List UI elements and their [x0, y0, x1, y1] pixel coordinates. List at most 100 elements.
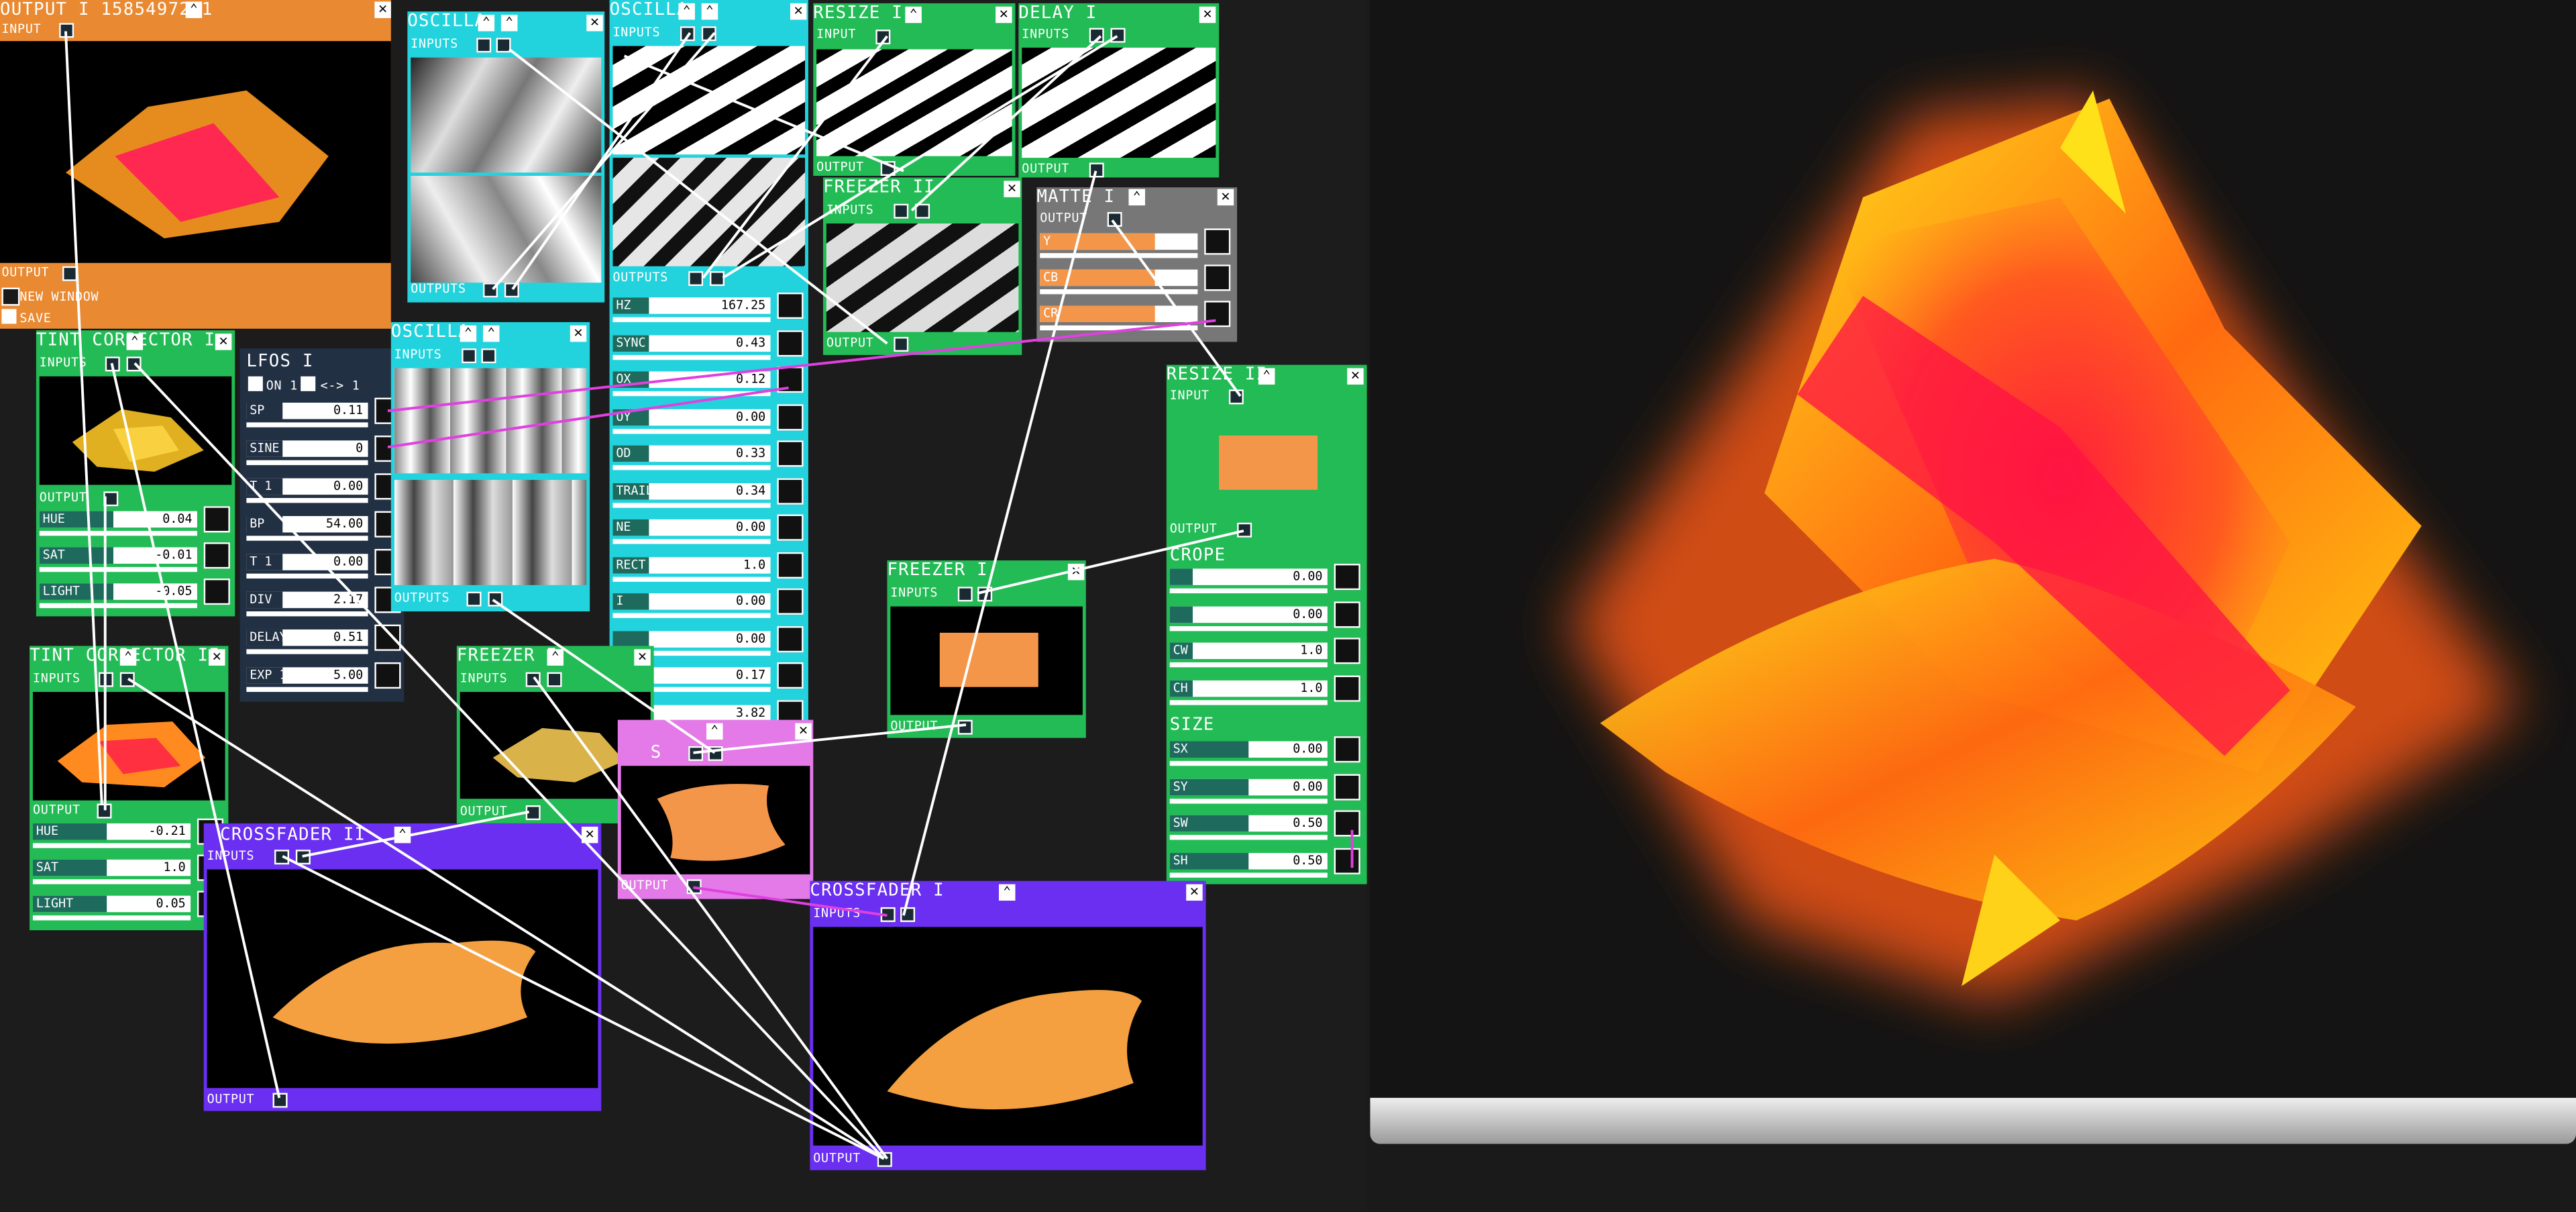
pin-icon[interactable]: ⌃: [185, 1, 203, 18]
pin-icon[interactable]: ⌃: [394, 826, 411, 844]
save-checkbox[interactable]: [1, 309, 17, 324]
pin-icon[interactable]: ⌃: [998, 884, 1016, 901]
output-port[interactable]: [504, 283, 519, 298]
pin-icon[interactable]: ⌃: [119, 649, 137, 666]
param-slider[interactable]: T 1 0.00: [246, 554, 368, 570]
node-oscillator-i[interactable]: OSCILLA ⌃ ⌃ ✕ INPUTS OUTPUTS: [407, 11, 605, 303]
param-modulation-button[interactable]: [1334, 674, 1360, 701]
close-icon[interactable]: ✕: [1217, 189, 1234, 206]
node-resize-ii[interactable]: RESIZE II ⌃ ✕ INPUT OUTPUT CROPE SIZE 0.…: [1166, 364, 1367, 885]
pin-icon[interactable]: ⌃: [500, 15, 518, 32]
param-slider[interactable]: T 1 0.00: [246, 478, 368, 495]
input-port[interactable]: [880, 907, 896, 922]
output-port[interactable]: [103, 491, 119, 507]
close-icon[interactable]: ✕: [581, 826, 598, 844]
close-icon[interactable]: ✕: [634, 649, 651, 666]
param-modulation-button[interactable]: [374, 624, 401, 651]
pin-icon[interactable]: ⌃: [905, 6, 922, 23]
param-modulation-button[interactable]: [777, 440, 804, 467]
node-crossfader-ii[interactable]: CROSSFADER II ⌃ ✕ INPUTS OUTPUT: [203, 823, 602, 1111]
output-port[interactable]: [709, 271, 725, 287]
close-icon[interactable]: ✕: [374, 1, 391, 18]
input-port[interactable]: [957, 587, 973, 602]
output-port[interactable]: [688, 271, 704, 287]
close-icon[interactable]: ✕: [795, 723, 812, 740]
param-slider[interactable]: HUE 0.04: [39, 511, 197, 528]
input-port[interactable]: [496, 38, 511, 53]
close-icon[interactable]: ✕: [209, 649, 225, 666]
swap-checkbox[interactable]: [301, 376, 316, 391]
output-port[interactable]: [97, 803, 112, 819]
param-modulation-button[interactable]: [777, 330, 804, 356]
node-matte-i[interactable]: MATTE I ⌃ ✕ OUTPUT Y 0.76 CB 0.27 CR 0.04: [1036, 187, 1238, 342]
input-port[interactable]: [977, 587, 993, 602]
output-port[interactable]: [894, 337, 909, 352]
input-port[interactable]: [274, 850, 290, 865]
param-modulation-button[interactable]: [777, 477, 804, 504]
input-port[interactable]: [462, 348, 477, 364]
param-slider[interactable]: SAT 1.0: [32, 859, 191, 876]
node-tint-corrector-i[interactable]: TINT CORRECTOR I ⌃ ✕ INPUTS OUTPUT HUE 0.…: [36, 330, 235, 617]
pin-icon[interactable]: ⌃: [126, 334, 144, 350]
param-modulation-button[interactable]: [203, 506, 230, 533]
node-tint-corrector-ii[interactable]: TINT CORRECTOR II ⌃ ✕ INPUTS OUTPUT HUE-…: [30, 646, 229, 931]
node-output-i[interactable]: OUTPUT I 1585497211 ⌃ ✕ INPUT OUTPUT NEW…: [0, 0, 391, 329]
node-lfos-i[interactable]: LFOS I ON 1 <-> 1 SP 0.11 SINE 1 0 T 1 0.00 BP…: [239, 348, 405, 702]
param-slider[interactable]: SX 0.00: [1169, 741, 1328, 758]
input-port[interactable]: [105, 356, 120, 372]
input-port[interactable]: [915, 203, 930, 219]
param-modulation-button[interactable]: [203, 542, 230, 569]
pin-icon[interactable]: ⌃: [701, 3, 718, 20]
param-modulation-button[interactable]: [1334, 736, 1360, 763]
input-port[interactable]: [1089, 28, 1104, 43]
param-modulation-button[interactable]: [1334, 847, 1360, 874]
output-port[interactable]: [686, 879, 702, 895]
output-port[interactable]: [1107, 211, 1122, 227]
close-icon[interactable]: ✕: [570, 325, 587, 342]
new-window-checkbox[interactable]: [1, 287, 20, 306]
close-icon[interactable]: ✕: [1199, 6, 1216, 23]
param-modulation-button[interactable]: [777, 662, 804, 689]
param-slider[interactable]: CB 0.27: [1040, 269, 1198, 287]
param-slider[interactable]: SW 0.50: [1169, 815, 1328, 832]
close-icon[interactable]: ✕: [790, 3, 807, 20]
close-icon[interactable]: ✕: [1186, 884, 1203, 901]
param-slider[interactable]: HZ 167.25: [612, 297, 771, 314]
input-port[interactable]: [481, 348, 496, 364]
node-freezer-iii[interactable]: FREEZER I ✕ INPUTS OUTPUT: [887, 560, 1086, 738]
param-slider[interactable]: NE 0.00: [612, 519, 771, 536]
param-modulation-button[interactable]: [1334, 564, 1360, 591]
param-slider[interactable]: OX 0.12: [612, 371, 771, 388]
param-modulation-button[interactable]: [374, 662, 401, 689]
param-slider[interactable]: OY 0.00: [612, 408, 771, 425]
param-slider[interactable]: 0.00: [1169, 568, 1328, 585]
param-modulation-button[interactable]: [777, 588, 804, 615]
output-port[interactable]: [877, 1152, 892, 1167]
input-port[interactable]: [875, 30, 891, 45]
pin-icon[interactable]: ⌃: [460, 325, 477, 342]
param-modulation-button[interactable]: [777, 551, 804, 578]
param-slider[interactable]: SP 0.11: [246, 403, 368, 419]
output-port[interactable]: [483, 283, 498, 298]
output-port[interactable]: [466, 591, 482, 607]
input-port[interactable]: [295, 850, 311, 865]
param-modulation-button[interactable]: [1334, 810, 1360, 837]
param-modulation-button[interactable]: [777, 625, 804, 652]
param-modulation-button[interactable]: [1204, 228, 1231, 255]
output-port[interactable]: [525, 805, 541, 821]
pin-icon[interactable]: ⌃: [478, 15, 495, 32]
input-port[interactable]: [476, 38, 492, 53]
param-modulation-button[interactable]: [1334, 773, 1360, 800]
input-port[interactable]: [126, 356, 142, 372]
param-slider[interactable]: DIV 2.17: [246, 591, 368, 609]
node-oscillator-iv[interactable]: OSCILLA ⌃ ⌃ ✕ INPUTS OUTPUTS: [390, 322, 590, 612]
param-slider[interactable]: TRAIL 0.34: [612, 482, 771, 499]
output-port[interactable]: [1089, 162, 1104, 178]
param-slider[interactable]: SYNC 0.43: [612, 334, 771, 351]
param-slider[interactable]: CH 1.0: [1169, 679, 1328, 697]
pin-icon[interactable]: ⌃: [678, 3, 695, 20]
param-modulation-button[interactable]: [1204, 301, 1231, 327]
close-icon[interactable]: ✕: [586, 15, 603, 32]
param-slider[interactable]: CR 0.04: [1040, 305, 1198, 323]
input-port[interactable]: [1228, 389, 1244, 405]
